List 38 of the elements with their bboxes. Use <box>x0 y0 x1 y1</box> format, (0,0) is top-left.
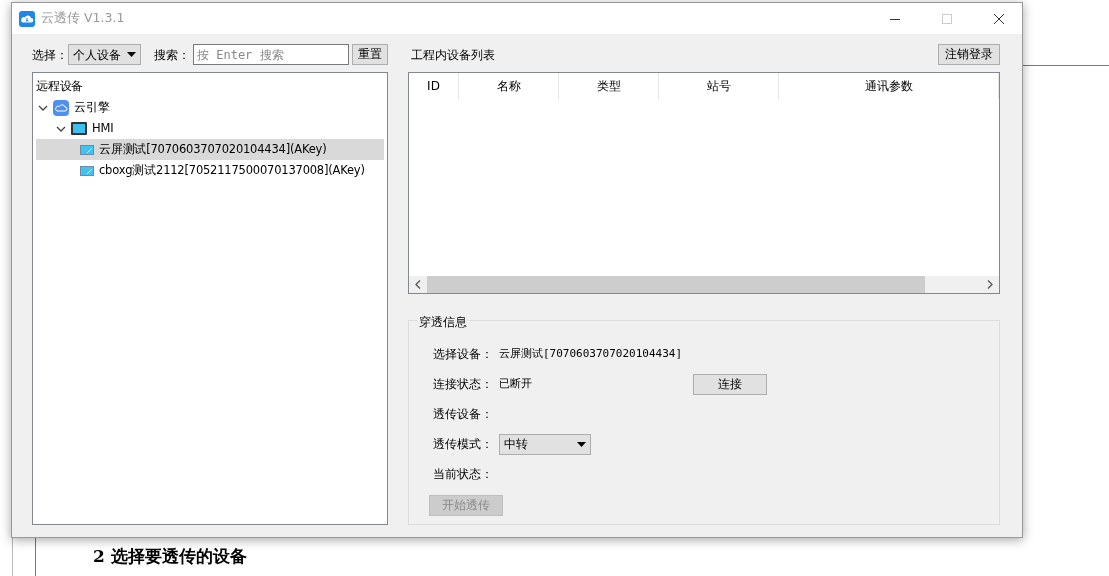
field-label: 透传模式： <box>433 436 494 453</box>
horizontal-scrollbar[interactable] <box>409 276 999 293</box>
close-icon[interactable] <box>993 12 1005 25</box>
search-field[interactable]: 按 Enter 搜索 <box>193 44 349 65</box>
mode-select[interactable]: 中转 <box>499 433 591 455</box>
window-title: 云透传 V1.3.1 <box>41 9 125 28</box>
column-header[interactable]: 类型 <box>559 73 659 99</box>
screen-icon <box>80 165 94 176</box>
field-value: 已断开 <box>499 375 532 392</box>
field-label: 当前状态： <box>433 466 494 483</box>
search-label: 搜索： <box>154 46 190 64</box>
field-label: 连接状态： <box>433 376 494 393</box>
source-select[interactable]: 个人设备 <box>68 44 141 65</box>
groupbox-title: 穿透信息 <box>417 313 469 331</box>
column-header[interactable]: 站号 <box>659 73 779 99</box>
connect-button[interactable]: 连接 <box>693 373 767 395</box>
tree-item[interactable]: 云屏测试[7070603707020104434](AKey) <box>36 139 384 160</box>
table-title: 工程内设备列表 <box>411 46 495 64</box>
app-logo-icon <box>19 10 35 27</box>
column-header[interactable]: 通讯参数 <box>779 73 999 99</box>
dropdown-caret-icon <box>127 52 136 57</box>
column-header[interactable]: ID <box>409 73 459 99</box>
field-label: 透传设备： <box>433 406 494 423</box>
screen-icon <box>80 144 94 155</box>
dropdown-caret-icon <box>577 441 586 447</box>
tree-header: 远程设备 <box>36 77 85 95</box>
field-label: 选择设备： <box>433 346 494 363</box>
column-header[interactable]: 名称 <box>459 73 559 99</box>
reset-button[interactable]: 重置 <box>352 44 388 65</box>
monitor-icon <box>71 122 87 135</box>
field-value: 云屏测试[7070603707020104434] <box>499 345 683 362</box>
select-label: 选择： <box>32 46 68 64</box>
tree-item[interactable]: cboxg测试2112[7052117500070137008](AKey) <box>36 160 384 181</box>
document-heading: 2 选择要透传的设备 <box>93 546 247 567</box>
tree-item[interactable]: HMI <box>36 118 384 139</box>
cloud-icon <box>53 99 69 116</box>
logout-button[interactable]: 注销登录 <box>938 44 1000 65</box>
tree-item[interactable]: 云引擎 <box>36 97 384 118</box>
